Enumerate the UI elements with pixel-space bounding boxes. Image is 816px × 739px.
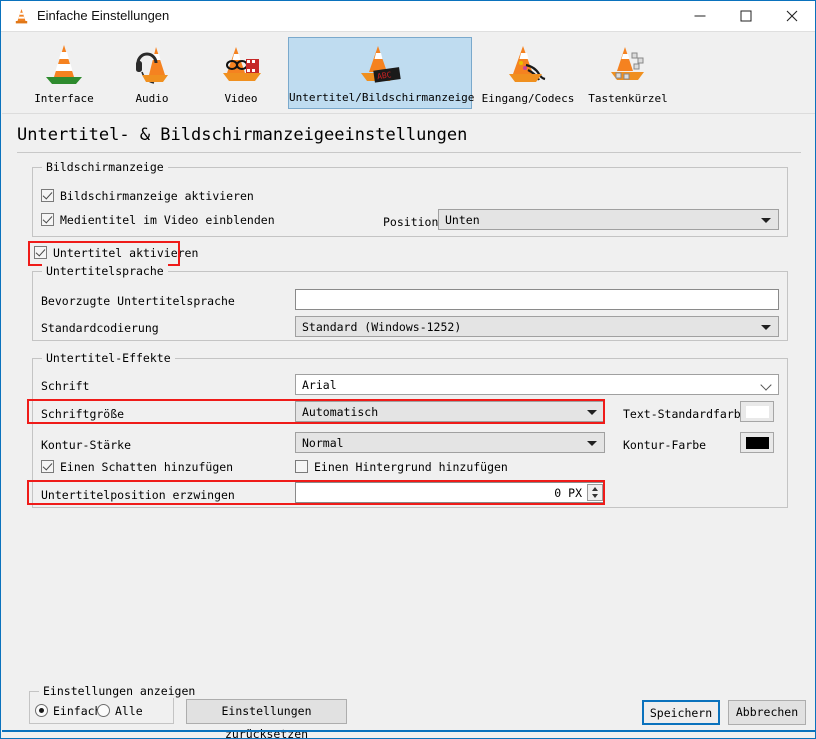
preferred-language-label: Bevorzugte Untertitelsprache (41, 294, 235, 308)
checkbox-show-media-title[interactable]: Medientitel im Video einblenden (41, 213, 275, 227)
tab-label: Eingang/Codecs (481, 92, 575, 105)
maximize-button[interactable] (723, 1, 769, 31)
title-bar: Einfache Einstellungen (1, 1, 815, 32)
font-dropdown[interactable]: Arial (295, 374, 779, 395)
outline-color-fill (746, 437, 769, 449)
radio-label: Einfach (53, 704, 102, 718)
vlc-cone-icon (13, 8, 30, 25)
text-color-label: Text-Standardfarbe (623, 407, 748, 421)
checkbox-indicator (41, 189, 54, 202)
checkbox-add-background[interactable]: Einen Hintergrund hinzufügen (295, 460, 508, 474)
force-position-value: 0 PX (554, 486, 582, 500)
position-label: Position (383, 215, 439, 229)
force-position-spinner[interactable]: 0 PX (295, 482, 605, 503)
cone-cables-icon (504, 41, 552, 87)
tab-audio[interactable]: Audio (112, 37, 192, 109)
text-color-fill (746, 406, 769, 418)
minimize-button[interactable] (677, 1, 723, 31)
checkbox-label: Untertitel aktivieren (53, 246, 199, 260)
tab-hotkeys[interactable]: Tastenkürzel (580, 37, 676, 109)
position-value: Unten (445, 213, 480, 227)
outline-thickness-value: Normal (302, 436, 344, 450)
window-title: Einfache Einstellungen (37, 8, 170, 23)
position-dropdown[interactable]: Unten (438, 209, 779, 230)
title-divider (17, 152, 801, 153)
cone-film-icon (217, 41, 265, 87)
vlc-cone-icon (40, 41, 88, 87)
group-subtitle-effects-title: Untertitel-Effekte (42, 351, 175, 365)
page-title: Untertitel- & Bildschirmanzeigeeinstellu… (17, 125, 468, 145)
section-toolbar: Interface Audio Video ABC Untertitel/Bil… (2, 32, 815, 114)
radio-label: Alle (115, 704, 143, 718)
font-size-value: Automatisch (302, 405, 379, 419)
checkbox-label: Einen Hintergrund hinzufügen (314, 460, 508, 474)
close-button[interactable] (769, 1, 815, 31)
font-value: Arial (302, 378, 337, 392)
checkbox-indicator (41, 460, 54, 473)
outline-thickness-label: Kontur-Stärke (41, 438, 132, 452)
spinner-up-icon[interactable] (591, 487, 598, 491)
encoding-value: Standard (Windows-1252) (302, 320, 462, 334)
tab-input-codecs[interactable]: Eingang/Codecs (476, 37, 580, 109)
encoding-label: Standardcodierung (41, 321, 159, 335)
tab-video[interactable]: Video (200, 37, 282, 109)
headphones-cone-icon (128, 41, 176, 87)
save-button[interactable]: Speichern (642, 700, 720, 725)
cone-subtitle-icon: ABC (356, 42, 404, 88)
cancel-label: Abbrechen (735, 705, 799, 719)
checkbox-enable-subtitles[interactable]: Untertitel aktivieren (34, 246, 198, 260)
checkbox-indicator (34, 246, 47, 259)
font-size-label: Schriftgröße (41, 407, 125, 421)
spinner-down-icon[interactable] (591, 494, 598, 498)
reset-settings-button[interactable]: Einstellungen zurücksetzen (186, 699, 347, 738)
group-subtitle-language-title: Untertitelsprache (42, 264, 168, 278)
cancel-button[interactable]: Abbrechen (728, 700, 806, 725)
tab-label: Tastenkürzel (588, 92, 668, 105)
checkbox-add-shadow[interactable]: Einen Schatten hinzufügen (41, 460, 233, 474)
simple-preferences-window: Einfache Einstellungen Interface Audio V… (0, 0, 816, 739)
chevron-down-icon (587, 410, 597, 415)
font-size-dropdown[interactable]: Automatisch (295, 401, 605, 422)
chevron-down-icon (761, 218, 771, 223)
checkbox-label: Medientitel im Video einblenden (60, 213, 275, 227)
outline-color-label: Kontur-Farbe (623, 438, 707, 452)
tab-label: Audio (135, 92, 169, 105)
radio-indicator (97, 704, 110, 717)
outline-thickness-dropdown[interactable]: Normal (295, 432, 605, 453)
encoding-dropdown[interactable]: Standard (Windows-1252) (295, 316, 779, 337)
checkbox-label: Bildschirmanzeige aktivieren (60, 189, 254, 203)
force-position-label: Untertitelposition erzwingen (41, 488, 235, 502)
radio-indicator (35, 704, 48, 717)
reset-settings-label: Einstellungen zurücksetzen (221, 704, 312, 739)
group-osd-title: Bildschirmanzeige (42, 160, 168, 174)
outline-color-swatch[interactable] (740, 432, 774, 453)
chevron-down-icon (587, 441, 597, 446)
checkbox-label: Einen Schatten hinzufügen (60, 460, 234, 474)
radio-simple[interactable]: Einfach (35, 704, 101, 718)
spinner-buttons[interactable] (587, 484, 603, 501)
save-label: Speichern (649, 706, 713, 720)
checkbox-indicator (41, 213, 54, 226)
tab-interface[interactable]: Interface (16, 37, 112, 109)
text-color-swatch[interactable] (740, 401, 774, 422)
preferred-language-input[interactable] (295, 289, 779, 310)
radio-all[interactable]: Alle (97, 704, 143, 718)
tab-label: Interface (34, 92, 94, 105)
bottom-accent-bar (2, 730, 815, 732)
tab-label: Video (224, 92, 258, 105)
checkbox-enable-osd[interactable]: Bildschirmanzeige aktivieren (41, 189, 254, 203)
tab-subtitles-osd[interactable]: ABC Untertitel/Bildschirmanzeige (288, 37, 475, 109)
checkbox-indicator (295, 460, 308, 473)
chevron-down-icon (760, 379, 772, 391)
chevron-down-icon (761, 325, 771, 330)
font-label: Schrift (41, 379, 90, 393)
tab-label: Untertitel/Bildschirmanzeige (289, 91, 475, 104)
group-show-settings-title: Einstellungen anzeigen (39, 684, 200, 698)
cone-keyboard-icon (604, 41, 652, 87)
